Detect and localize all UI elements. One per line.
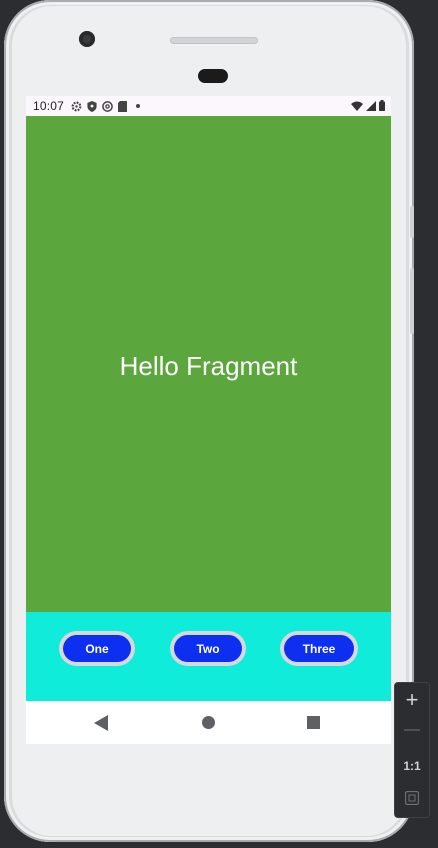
signal-icon	[366, 100, 376, 114]
fit-screen-icon[interactable]	[395, 790, 429, 808]
sd-card-icon	[118, 100, 128, 112]
home-icon[interactable]	[202, 716, 215, 734]
back-icon[interactable]	[94, 715, 108, 736]
phone-screen: 10:07 Hello Fragment One Two Three	[26, 96, 391, 744]
dot-icon	[136, 104, 141, 108]
fragment-container: Hello Fragment	[26, 116, 391, 612]
shield-icon	[87, 100, 97, 112]
button-three[interactable]: Three	[280, 631, 358, 666]
button-three-label: Three	[284, 635, 354, 662]
at-sign-icon	[102, 100, 113, 112]
device-frame: 10:07 Hello Fragment One Two Three	[4, 0, 414, 842]
wifi-icon	[351, 100, 363, 114]
zoom-toolbar: + — 1:1	[394, 682, 430, 818]
earpiece-speaker	[170, 37, 258, 44]
status-bar: 10:07	[26, 96, 391, 116]
button-one[interactable]: One	[59, 631, 135, 666]
recents-icon[interactable]	[307, 716, 320, 734]
fragment-text: Hello Fragment	[119, 350, 298, 381]
navigation-bar	[26, 701, 391, 744]
zoom-in-button[interactable]: +	[395, 687, 429, 713]
button-bar: One Two Three	[26, 612, 391, 701]
actual-size-button[interactable]: 1:1	[395, 759, 429, 773]
button-two-label: Two	[174, 635, 242, 662]
battery-icon	[379, 100, 385, 114]
proximity-sensor	[198, 69, 228, 83]
status-time: 10:07	[33, 99, 65, 113]
front-camera	[79, 31, 95, 47]
zoom-out-button[interactable]: —	[395, 721, 429, 739]
button-two[interactable]: Two	[170, 631, 246, 666]
volume-button	[410, 268, 414, 334]
button-one-label: One	[63, 635, 131, 662]
gear-icon	[71, 101, 82, 112]
power-button	[410, 206, 414, 238]
